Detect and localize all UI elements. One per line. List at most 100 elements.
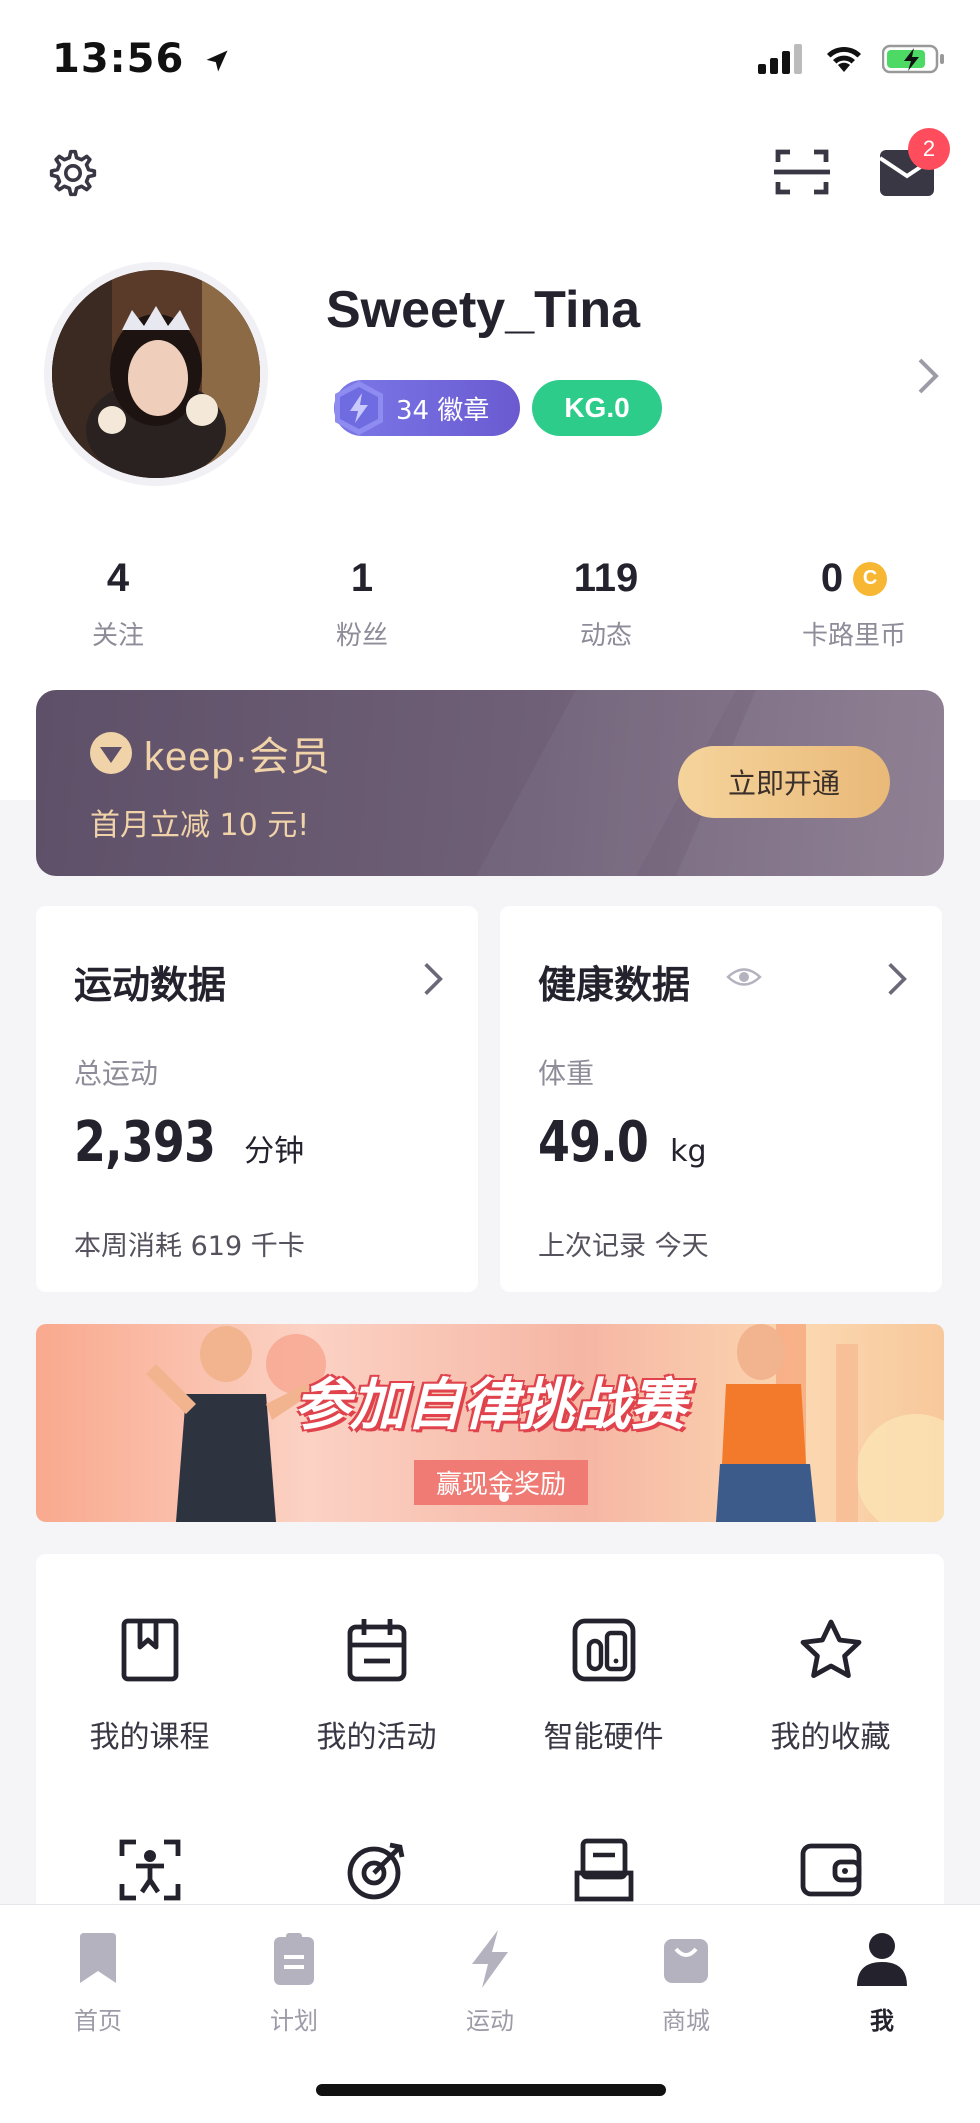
target-icon	[347, 1842, 404, 1900]
health-card-footer: 上次记录 今天	[538, 1231, 709, 1262]
health-card-label: 体重	[538, 1057, 595, 1090]
status-bar: 13:56	[0, 0, 980, 120]
eye-icon	[726, 968, 762, 986]
status-time: 13:56	[52, 36, 231, 82]
grid-item-body-scan[interactable]	[36, 1830, 263, 1910]
sport-data-card[interactable]: 运动数据 总运动 2,393 分钟 本周消耗 619 千卡	[36, 906, 478, 1292]
scan-button[interactable]	[774, 146, 830, 202]
scan-icon	[774, 149, 830, 195]
sport-card-value: 2,393	[74, 1110, 216, 1175]
chevron-right-icon	[918, 358, 939, 394]
status-indicators	[758, 44, 946, 74]
tab-store[interactable]: 商城	[588, 1927, 784, 2036]
grid-item-label: 我的收藏	[770, 1720, 891, 1755]
health-card-title: 健康数据	[538, 963, 691, 1007]
bag-icon	[664, 1939, 708, 1983]
clipboard-icon	[274, 1933, 314, 1985]
battery-charging-icon	[882, 44, 944, 74]
grid-item-my-activities[interactable]: 我的活动	[263, 1610, 490, 1756]
stat-calorie-coins-value: 0	[820, 556, 844, 600]
stat-followers-value: 1	[350, 556, 374, 600]
membership-logo: keep·会员	[88, 724, 331, 782]
tab-sport[interactable]: 运动	[392, 1927, 588, 2036]
bookmark-book-icon	[121, 1618, 178, 1682]
activate-membership-button[interactable]: 立即开通	[678, 746, 890, 818]
grid-item-my-courses[interactable]: 我的课程	[36, 1610, 263, 1756]
keep-logo-icon	[90, 732, 132, 774]
membership-logo-text: keep·会员	[144, 735, 332, 779]
stat-calorie-coins-label: 卡路里币	[801, 621, 906, 651]
stat-followers[interactable]: 1 粉丝	[262, 556, 462, 652]
chevron-right-icon	[422, 960, 444, 1002]
sport-card-value-row: 2,393 分钟	[74, 1110, 304, 1175]
grid-item-my-favorites[interactable]: 我的收藏	[717, 1610, 944, 1756]
membership-subtitle: 首月立减 10 元!	[90, 808, 310, 843]
grid-item-goals[interactable]	[263, 1830, 490, 1910]
stat-following-value: 4	[106, 556, 130, 600]
person-icon	[857, 1933, 907, 1986]
grid-item-smart-hardware[interactable]: 智能硬件	[490, 1610, 717, 1756]
grid-item-label: 我的活动	[316, 1720, 437, 1755]
avatar-image	[52, 270, 260, 478]
wallet-icon	[800, 1843, 861, 1897]
health-card-value-row: 49.0 kg	[538, 1110, 707, 1175]
time-label: 13:56	[52, 36, 185, 82]
settings-button[interactable]	[46, 146, 100, 204]
stat-posts-label: 动态	[579, 621, 632, 651]
health-data-card[interactable]: 健康数据 体重 49.0 kg 上次记录 今天	[500, 906, 942, 1292]
grid-item-label: 智能硬件	[543, 1720, 664, 1755]
gear-icon	[49, 149, 97, 197]
stat-calorie-coins[interactable]: 0 C 卡路里币	[754, 556, 954, 652]
grid-item-label: 我的课程	[89, 1720, 210, 1755]
carousel-indicator	[499, 1492, 509, 1502]
username[interactable]: Sweety_Tina	[326, 280, 640, 340]
star-icon	[800, 1619, 861, 1678]
sport-card-unit: 分钟	[244, 1134, 305, 1169]
sport-card-title: 运动数据	[74, 963, 227, 1007]
feature-grid: 我的课程 我的活动 智能硬件 我的收藏	[36, 1554, 944, 1954]
banner-title: 参加自律挑战赛	[294, 1373, 686, 1438]
membership-banner[interactable]: keep·会员 首月立减 10 元! 立即开通	[36, 690, 944, 876]
tab-label: 我	[870, 2007, 894, 2035]
coin-icon: C	[853, 561, 888, 596]
wifi-icon	[827, 46, 861, 72]
stat-following[interactable]: 4 关注	[18, 556, 218, 652]
bookmark-icon	[80, 1933, 116, 1983]
grid-item-records[interactable]	[490, 1830, 717, 1910]
tab-label: 商城	[662, 2007, 710, 2035]
visibility-toggle[interactable]	[726, 964, 762, 994]
body-scan-icon	[119, 1839, 180, 1901]
tab-plan[interactable]: 计划	[196, 1927, 392, 2036]
lightning-icon	[472, 1930, 508, 1988]
challenge-banner[interactable]: 参加自律挑战赛 赢现金奖励	[36, 1324, 944, 1522]
grid-item-wallet[interactable]	[717, 1830, 944, 1910]
stat-followers-label: 粉丝	[335, 621, 388, 651]
lightning-hexagon-icon	[330, 379, 388, 437]
tab-label: 计划	[270, 2007, 318, 2035]
level-pill[interactable]: KG.0	[532, 380, 662, 436]
stat-posts[interactable]: 119 动态	[506, 556, 706, 652]
chevron-right-icon	[886, 960, 908, 1002]
stat-posts-value: 119	[573, 556, 639, 600]
stat-calorie-coins-row: 0 C	[754, 556, 954, 601]
tab-label: 运动	[466, 2007, 514, 2035]
tab-label: 首页	[74, 2007, 122, 2035]
badge-count-label: 34 徽章	[396, 395, 490, 426]
avatar[interactable]	[44, 262, 268, 486]
devices-icon	[572, 1618, 635, 1682]
avatar-portrait	[52, 270, 260, 478]
signal-icon	[758, 44, 802, 74]
profile-detail-button[interactable]	[916, 356, 940, 400]
badge-count-pill[interactable]: 34 徽章	[334, 380, 520, 436]
calendar-icon	[347, 1619, 406, 1682]
tab-me[interactable]: 我	[784, 1927, 980, 2036]
home-indicator	[316, 2084, 666, 2096]
inbox-icon	[574, 1838, 633, 1902]
tab-home[interactable]: 首页	[0, 1927, 196, 2036]
sport-card-label: 总运动	[74, 1057, 159, 1090]
sport-card-footer: 本周消耗 619 千卡	[74, 1231, 305, 1262]
health-card-value: 49.0	[538, 1110, 649, 1175]
location-arrow-icon	[206, 50, 228, 72]
health-card-unit: kg	[670, 1134, 707, 1169]
stat-following-label: 关注	[91, 621, 144, 651]
